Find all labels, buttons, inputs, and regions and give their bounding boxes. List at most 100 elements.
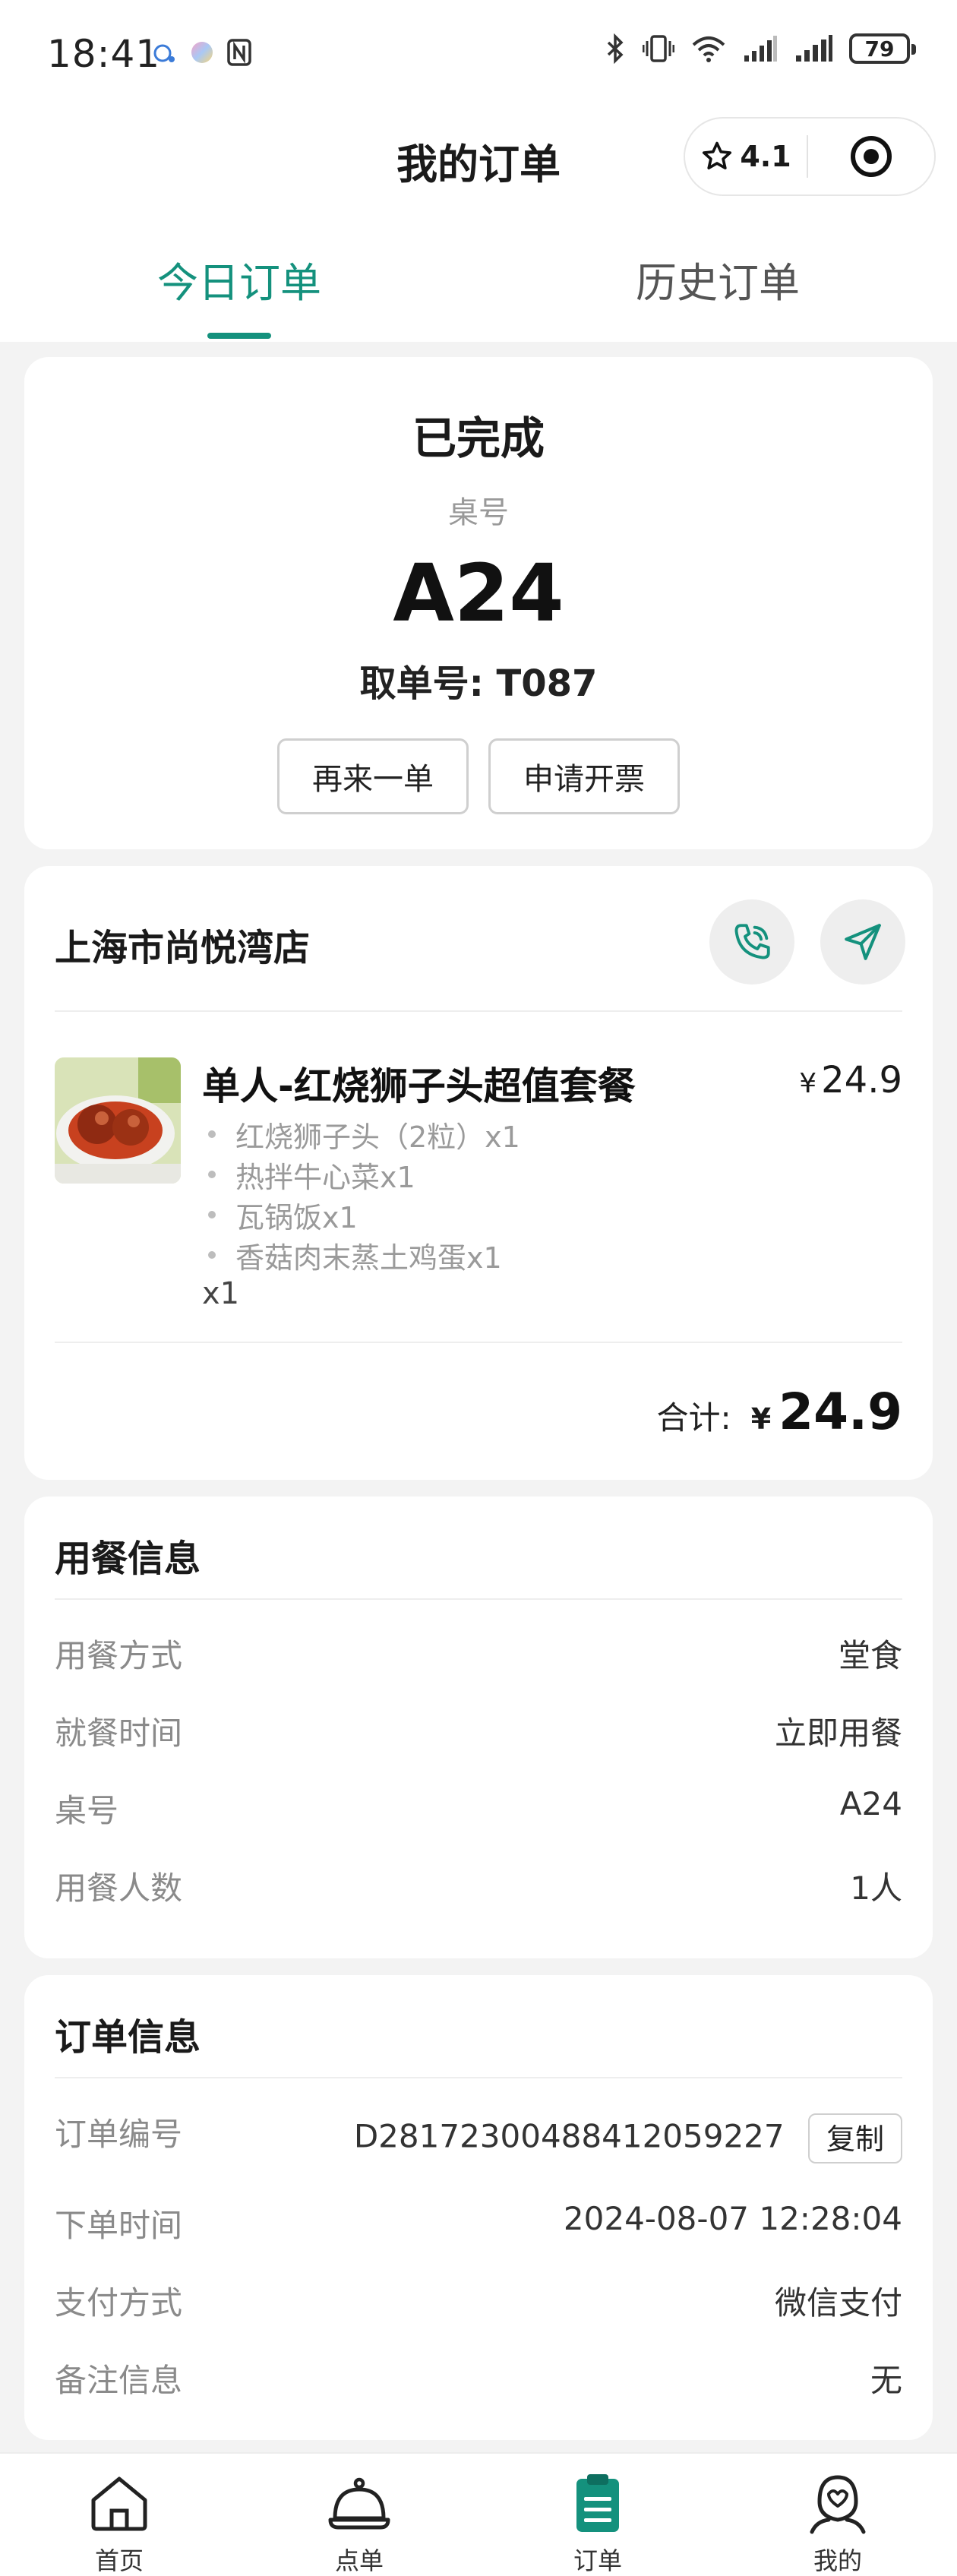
- store-divider-top: [55, 1010, 902, 1012]
- star-icon: [703, 141, 732, 170]
- rating-value: 4.1: [740, 140, 791, 173]
- total-currency: ¥: [750, 1402, 772, 1436]
- info-value: 2024-08-07 12:28:04: [563, 2200, 902, 2237]
- nfc-icon: [227, 39, 251, 66]
- vibrate-icon: [643, 35, 674, 62]
- status-bar: 18:41 79: [0, 0, 957, 106]
- header: 我的订单 4.1: [0, 106, 957, 205]
- signal-icon-1: [744, 36, 777, 62]
- target-icon: [851, 136, 892, 177]
- signal-icon-2: [796, 35, 832, 62]
- dish-name: 单人-红烧狮子头超值套餐: [202, 1064, 636, 1108]
- status-time: 18:41: [47, 32, 161, 76]
- order-info-card: 订单信息 订单编号 D28172300488412059227 复制 下单时间 …: [24, 1975, 933, 2440]
- info-label: 桌号: [55, 1792, 119, 1829]
- phone-icon: [734, 924, 770, 959]
- total-amount: 24.9: [779, 1383, 902, 1441]
- dish-price: ¥24.9: [799, 1059, 902, 1102]
- nav-item-mine[interactable]: 我的: [762, 2469, 914, 2576]
- info-row-remarks: 备注信息 无: [55, 2355, 902, 2401]
- dish-price-value: 24.9: [821, 1059, 902, 1102]
- order-status-card: 已完成 桌号 A24 取单号: T087 再来一单 申请开票: [24, 357, 933, 849]
- status-left-icons: [152, 38, 252, 67]
- nav-item-home[interactable]: 首页: [43, 2469, 195, 2576]
- info-row-payment-method: 支付方式 微信支付: [55, 2277, 902, 2323]
- home-icon: [91, 2476, 147, 2531]
- dish-sub-items: 红烧狮子头（2粒）x1 热拌牛心菜x1 瓦锅饭x1 香菇肉末蒸土鸡蛋x1: [202, 1114, 520, 1275]
- dish-image: [55, 1057, 181, 1184]
- pickup-number: 取单号: T087: [359, 662, 598, 705]
- store-divider-bottom: [55, 1342, 902, 1343]
- mini-program-capsule: 4.1: [684, 117, 936, 196]
- info-label: 用餐人数: [55, 1870, 183, 1907]
- order-status-title: 已完成: [412, 412, 545, 464]
- nav-item-order[interactable]: 点单: [283, 2469, 435, 2576]
- info-label: 支付方式: [55, 2284, 183, 2322]
- tab-today-orders[interactable]: 今日订单: [125, 249, 353, 309]
- cloud-sync-icon: [153, 44, 175, 62]
- list-item: 瓦锅饭x1: [202, 1194, 520, 1234]
- request-invoice-button[interactable]: 申请开票: [488, 738, 680, 814]
- table-number: A24: [393, 547, 564, 640]
- list-item: 红烧狮子头（2粒）x1: [202, 1114, 520, 1154]
- dining-info-card: 用餐信息 用餐方式 堂食 就餐时间 立即用餐 桌号 A24 用餐人数 1人: [24, 1497, 933, 1958]
- info-row-dining-method: 用餐方式 堂食: [55, 1630, 902, 1676]
- info-row-table-number: 桌号 A24: [55, 1785, 902, 1831]
- bluetooth-icon: [607, 33, 624, 64]
- nav-item-orders[interactable]: 订单: [522, 2469, 674, 2576]
- nav-label: 订单: [573, 2546, 622, 2575]
- info-value: 立即用餐: [774, 1715, 902, 1752]
- close-target-button[interactable]: [808, 134, 934, 179]
- dish-quantity: x1: [202, 1276, 240, 1311]
- list-item: 香菇肉末蒸土鸡蛋x1: [202, 1234, 520, 1275]
- list-item: 热拌牛心菜x1: [202, 1154, 520, 1194]
- order-number-value: D28172300488412059227: [353, 2117, 785, 2155]
- clipboard-icon: [576, 2474, 619, 2532]
- total-label: 合计:: [656, 1399, 731, 1437]
- call-store-button[interactable]: [709, 899, 794, 985]
- nav-label: 点单: [334, 2546, 384, 2575]
- info-row-order-time: 下单时间 2024-08-07 12:28:04: [55, 2200, 902, 2246]
- battery-indicator: 79: [849, 33, 916, 64]
- navigate-store-button[interactable]: [820, 899, 905, 985]
- cloche-icon: [328, 2477, 390, 2530]
- table-label: 桌号: [448, 495, 509, 530]
- tab-history-orders[interactable]: 历史订单: [604, 249, 832, 309]
- info-row-party-size: 用餐人数 1人: [55, 1863, 902, 1908]
- store-name: 上海市尚悦湾店: [55, 927, 311, 969]
- info-value: 无: [870, 2362, 902, 2399]
- dish-currency: ¥: [799, 1068, 817, 1099]
- profile-icon: [810, 2475, 866, 2534]
- info-value: 1人: [850, 1870, 902, 1907]
- status-right-icons: 79: [606, 33, 916, 64]
- info-row-dining-time: 就餐时间 立即用餐: [55, 1708, 902, 1753]
- info-value: 微信支付: [774, 2284, 902, 2322]
- info-label: 就餐时间: [55, 1715, 183, 1752]
- info-label: 订单编号: [55, 2116, 183, 2153]
- store-order-card: 上海市尚悦湾店 单人-红烧狮子头超值套餐 ¥ 24.9 红烧狮子头（2粒）x1 …: [24, 866, 933, 1480]
- navigation-arrow-icon: [845, 924, 881, 960]
- info-label: 下单时间: [55, 2207, 183, 2244]
- order-total: 合计: ¥ 24.9: [657, 1383, 902, 1441]
- info-value: 堂食: [838, 1637, 902, 1674]
- color-orb-icon: [191, 42, 213, 63]
- rating-button[interactable]: 4.1: [685, 140, 807, 173]
- info-label: 用餐方式: [55, 1637, 183, 1674]
- bottom-navigation: 首页 点单 订单 我的: [0, 2452, 957, 2576]
- info-row-order-number: 订单编号 D28172300488412059227 复制: [55, 2109, 902, 2170]
- info-value: A24: [839, 1785, 902, 1822]
- copy-button[interactable]: 复制: [807, 2113, 902, 2164]
- nav-label: 首页: [94, 2546, 144, 2575]
- dining-info-divider: [55, 1598, 902, 1600]
- info-label: 备注信息: [55, 2362, 183, 2399]
- nav-label: 我的: [813, 2546, 862, 2575]
- page: 18:41 79 我的订单 4.1 今日订单 历史订单 已完成 桌号 A24 取…: [0, 0, 957, 2576]
- active-tab-indicator: [207, 333, 271, 339]
- order-tabs: 今日订单 历史订单: [0, 205, 957, 342]
- dining-info-title: 用餐信息: [55, 1538, 201, 1580]
- order-info-divider: [55, 2077, 902, 2078]
- reorder-button[interactable]: 再来一单: [277, 738, 469, 814]
- order-number-group: D28172300488412059227 复制: [354, 2113, 902, 2164]
- order-info-title: 订单信息: [55, 2016, 201, 2059]
- wifi-icon: [692, 36, 725, 62]
